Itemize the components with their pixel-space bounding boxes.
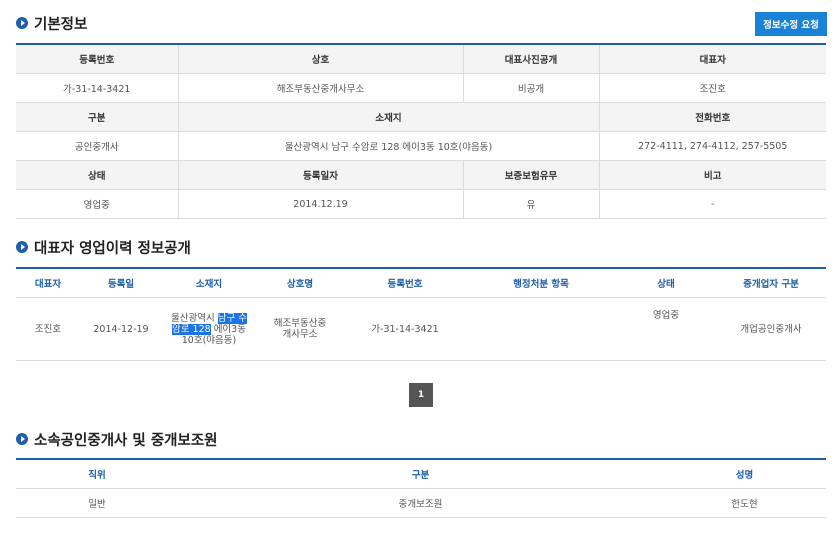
phone-value: 272-4111, 274-4112, 257-5505: [598, 131, 826, 161]
representative-cell: 조진호: [16, 297, 80, 361]
address-highlight: 남구 수: [217, 312, 247, 324]
reg-date-value: 2014.12.19: [177, 189, 463, 219]
reg-number-cell: 가-31-14-3421: [344, 297, 466, 361]
table-header-row: 대표자 등록일 소재지 상호명 등록번호 행정처분 항목 상태 중개업자 구분: [16, 268, 826, 298]
header-name: 성명: [663, 459, 826, 489]
header-reg-date: 등록일: [80, 268, 162, 298]
representative-value: 조진호: [598, 73, 826, 103]
type-cell: 중개보조원: [178, 488, 663, 518]
header-address: 소재지: [177, 102, 599, 132]
header-photo-public: 대표사진공개: [462, 44, 599, 74]
header-representative: 대표자: [16, 268, 80, 298]
header-insurance: 보증보험유무: [462, 160, 599, 190]
table-row: 등록번호 상호 대표사진공개 대표자: [16, 44, 826, 74]
header-address: 소재지: [162, 268, 256, 298]
company-name-text: 개사무소: [282, 329, 318, 340]
history-title-text: 대표자 영업이력 정보공개: [34, 240, 191, 257]
header-position: 직위: [16, 459, 178, 489]
address-cell: 울산광역시 남구 수 암로 128 에이3동 10호(야음동): [162, 297, 256, 361]
remarks-value: -: [598, 189, 826, 219]
history-title: 대표자 영업이력 정보공개: [16, 237, 191, 257]
address-text: 울산광역시: [171, 312, 218, 324]
photo-public-value: 비공개: [462, 73, 599, 103]
insurance-value: 유: [462, 189, 599, 219]
header-representative: 대표자: [598, 44, 826, 74]
header-remarks: 비고: [598, 160, 826, 190]
request-edit-button[interactable]: 정보수정 요청: [755, 12, 827, 36]
table-row: 상태 등록일자 보증보험유무 비고: [16, 160, 826, 190]
table-row: 가-31-14-3421 해조부동산중개사무소 비공개 조진호: [16, 73, 826, 103]
header-status: 상태: [16, 160, 178, 190]
reg-number-value: 가-31-14-3421: [16, 73, 178, 103]
table-header-row: 직위 구분 성명: [16, 459, 826, 489]
members-table: 직위 구분 성명 일반 중개보조원 한도현: [16, 458, 826, 518]
page-1-button[interactable]: 1: [409, 383, 433, 407]
broker-type-cell: 개업공인중개사: [716, 297, 826, 361]
header-type: 구분: [178, 459, 663, 489]
admin-action-cell: [466, 297, 616, 361]
basic-info-title: 기본정보: [16, 13, 87, 33]
address-text: 에이3동: [210, 323, 246, 335]
section-bullet-icon: [16, 433, 28, 445]
company-name-value: 해조부동산중개사무소: [177, 73, 463, 103]
table-row: 구분 소재지 전화번호: [16, 102, 826, 132]
header-phone: 전화번호: [598, 102, 826, 132]
header-company-name: 상호명: [256, 268, 344, 298]
history-table: 대표자 등록일 소재지 상호명 등록번호 행정처분 항목 상태 중개업자 구분 …: [16, 267, 826, 361]
header-reg-number: 등록번호: [344, 268, 466, 298]
members-title-text: 소속공인중개사 및 중개보조원: [34, 432, 218, 449]
status-cell: 영업중: [616, 297, 716, 361]
section-bullet-icon: [16, 17, 28, 29]
table-row: 공인중개사 울산광역시 남구 수암로 128 에이3동 10호(야음동) 272…: [16, 131, 826, 161]
header-status: 상태: [616, 268, 716, 298]
address-highlight: 암로 128: [172, 323, 211, 335]
address-text: 10호(야음동): [181, 334, 237, 346]
header-category: 구분: [16, 102, 178, 132]
address-value: 울산광역시 남구 수암로 128 에이3동 10호(야음동): [177, 131, 599, 161]
section-bullet-icon: [16, 241, 28, 253]
table-row: 조진호 2014-12-19 울산광역시 남구 수 암로 128 에이3동 10…: [16, 297, 826, 361]
company-name-text: 해조부동산중: [273, 318, 327, 329]
members-title: 소속공인중개사 및 중개보조원: [16, 429, 218, 449]
status-value: 영업중: [16, 189, 178, 219]
table-row: 영업중 2014.12.19 유 -: [16, 189, 826, 219]
basic-info-title-text: 기본정보: [34, 16, 88, 33]
header-admin-action: 행정처분 항목: [466, 268, 616, 298]
position-cell: 일반: [16, 488, 178, 518]
reg-date-cell: 2014-12-19: [80, 297, 162, 361]
header-company-name: 상호: [177, 44, 463, 74]
name-cell: 한도현: [663, 488, 826, 518]
table-row: 일반 중개보조원 한도현: [16, 488, 826, 518]
category-value: 공인중개사: [16, 131, 178, 161]
header-reg-number: 등록번호: [16, 44, 178, 74]
company-name-cell: 해조부동산중 개사무소: [256, 297, 344, 361]
header-broker-type: 중개업자 구분: [716, 268, 826, 298]
header-reg-date: 등록일자: [177, 160, 463, 190]
basic-info-table: 등록번호 상호 대표사진공개 대표자 가-31-14-3421 해조부동산중개사…: [16, 43, 826, 219]
